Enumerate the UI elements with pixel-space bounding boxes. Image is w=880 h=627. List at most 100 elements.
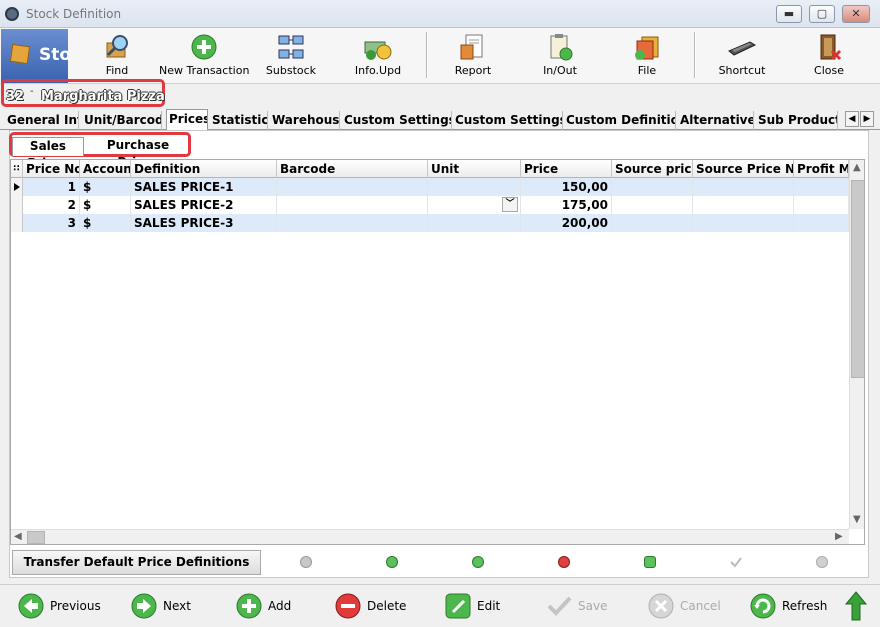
record-name: Margharita Pizza	[41, 89, 165, 104]
cell-barcode[interactable]	[277, 178, 428, 196]
cell-source-price-no[interactable]	[693, 196, 794, 214]
col-profit-margin[interactable]: Profit Ma	[794, 160, 849, 178]
vertical-scroll-thumb[interactable]	[851, 180, 864, 378]
report-button[interactable]: Report	[428, 30, 518, 82]
tab-sub-products[interactable]: Sub Products	[756, 111, 838, 130]
cell-source-price[interactable]	[612, 214, 693, 232]
row-indicator	[11, 214, 23, 232]
cell-account[interactable]: $	[80, 196, 131, 214]
scroll-top-button[interactable]	[844, 591, 868, 621]
tab-scroll-right-button[interactable]: ▶	[860, 111, 874, 127]
previous-label: Previous	[50, 599, 101, 613]
save-button[interactable]: Save	[546, 593, 616, 621]
scroll-up-icon[interactable]: ▲	[853, 162, 861, 173]
info-upd-button[interactable]: Info.Upd	[333, 30, 423, 82]
col-source-price-no[interactable]: Source Price No	[693, 160, 794, 178]
cell-account[interactable]: $	[80, 214, 131, 232]
cell-unit[interactable]	[428, 214, 521, 232]
cell-barcode[interactable]	[277, 214, 428, 232]
scroll-down-icon[interactable]: ▼	[853, 514, 861, 525]
col-definition[interactable]: Definition	[131, 160, 277, 178]
cell-source-price-no[interactable]	[693, 178, 794, 196]
cell-price[interactable]: 175,00	[521, 196, 612, 214]
cell-unit[interactable]	[428, 178, 521, 196]
minimize-button[interactable]: ▬	[776, 5, 802, 23]
cell-definition[interactable]: SALES PRICE-1	[131, 178, 277, 196]
scroll-right-icon[interactable]: ▶	[835, 531, 843, 542]
cell-profit-margin[interactable]	[794, 214, 849, 232]
horizontal-scroll-thumb[interactable]	[27, 531, 45, 544]
edit-button[interactable]: Edit	[445, 593, 515, 621]
delete-button[interactable]: Delete	[335, 593, 415, 621]
new-transaction-button[interactable]: New Transaction	[159, 30, 249, 82]
cell-definition[interactable]: SALES PRICE-2	[131, 196, 277, 214]
tab-alternatives[interactable]: Alternatives	[678, 111, 754, 130]
tab-custom-definitions[interactable]: Custom Definitions	[564, 111, 676, 130]
table-row[interactable]: 1 $ SALES PRICE-1 150,00	[11, 178, 849, 196]
arrow-right-icon	[131, 593, 157, 619]
next-record-icon[interactable]	[386, 556, 398, 568]
refresh-button[interactable]: Refresh	[750, 593, 830, 621]
edit-row-icon[interactable]	[644, 556, 656, 568]
first-record-icon[interactable]	[300, 556, 312, 568]
vertical-scrollbar[interactable]: ▲ ▼	[849, 160, 864, 529]
add-row-icon[interactable]	[472, 556, 484, 568]
cell-barcode[interactable]	[277, 196, 428, 214]
horizontal-scrollbar[interactable]: ◀ ▶	[11, 529, 849, 544]
cell-price[interactable]: 200,00	[521, 214, 612, 232]
next-button[interactable]: Next	[131, 593, 211, 621]
cell-profit-margin[interactable]	[794, 178, 849, 196]
shortcut-label: Shortcut	[718, 64, 766, 77]
cell-definition[interactable]: SALES PRICE-3	[131, 214, 277, 232]
subtab-sales-prices[interactable]: Sales Prices	[12, 137, 84, 170]
col-source-price[interactable]: Source price	[612, 160, 693, 178]
scroll-left-icon[interactable]: ◀	[14, 531, 22, 542]
cell-account[interactable]: $	[80, 178, 131, 196]
cancel-button[interactable]: Cancel	[648, 593, 728, 621]
shortcut-button[interactable]: Shortcut	[697, 30, 787, 82]
checkmark-icon[interactable]	[730, 556, 742, 568]
find-label: Find	[105, 64, 129, 77]
file-button[interactable]: File	[602, 30, 692, 82]
cell-source-price-no[interactable]	[693, 214, 794, 232]
tab-custom-settings-2[interactable]: Custom Settings 2	[453, 111, 563, 130]
table-row[interactable]: 2 $ SALES PRICE-2 ﹀ 175,00	[11, 196, 849, 214]
close-button[interactable]: Close	[784, 30, 874, 82]
chevron-down-icon[interactable]: ﹀	[502, 197, 518, 212]
stock-cube-icon	[9, 43, 31, 65]
cell-source-price[interactable]	[612, 178, 693, 196]
find-button[interactable]: Find	[72, 30, 162, 82]
transfer-default-prices-button[interactable]: Transfer Default Price Definitions	[12, 550, 261, 575]
col-price-no[interactable]: Price No	[23, 160, 80, 178]
cancel-row-icon[interactable]	[816, 556, 828, 568]
tab-unit-barcode[interactable]: Unit/Barcode	[82, 111, 162, 130]
cell-unit[interactable]: ﹀	[428, 196, 521, 214]
col-price[interactable]: Price	[521, 160, 612, 178]
tab-prices[interactable]: Prices	[166, 109, 208, 131]
add-button[interactable]: Add	[236, 593, 306, 621]
substock-button[interactable]: Substock	[246, 30, 336, 82]
cell-profit-margin[interactable]	[794, 196, 849, 214]
cell-price-no[interactable]: 2	[23, 196, 80, 214]
close-window-button[interactable]: ✕	[842, 5, 870, 23]
maximize-button[interactable]: ▢	[809, 5, 835, 23]
col-unit[interactable]: Unit	[428, 160, 521, 178]
cell-price-no[interactable]: 3	[23, 214, 80, 232]
current-row-indicator	[11, 178, 23, 196]
tab-statistics[interactable]: Statistics	[210, 111, 268, 130]
tab-scroll-left-button[interactable]: ◀	[845, 111, 859, 127]
grid-corner[interactable]: ∷	[11, 160, 23, 178]
col-barcode[interactable]: Barcode	[277, 160, 428, 178]
tab-custom-settings-1[interactable]: Custom Settings 1	[342, 111, 452, 130]
subtab-purchase-prices[interactable]: Purchase Prices	[88, 137, 188, 169]
cell-price[interactable]: 150,00	[521, 178, 612, 196]
table-row[interactable]: 3 $ SALES PRICE-3 200,00	[11, 214, 849, 232]
previous-button[interactable]: Previous	[18, 593, 108, 621]
col-account[interactable]: Account	[80, 160, 131, 178]
in-out-button[interactable]: In/Out	[515, 30, 605, 82]
cell-price-no[interactable]: 1	[23, 178, 80, 196]
cell-source-price[interactable]	[612, 196, 693, 214]
delete-row-icon[interactable]	[558, 556, 570, 568]
tab-general-info[interactable]: General Info	[5, 111, 79, 130]
tab-warehouse[interactable]: Warehouse	[270, 111, 340, 130]
